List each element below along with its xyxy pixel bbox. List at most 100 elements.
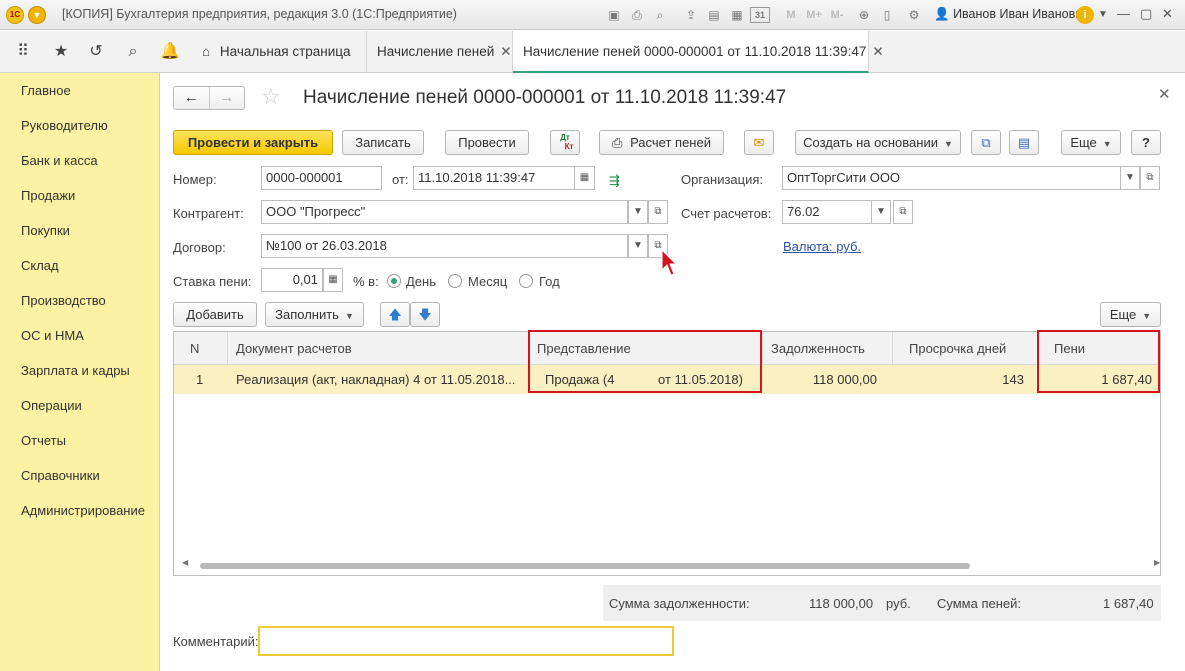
memory-icon[interactable]: M: [781, 6, 801, 24]
open-icon[interactable]: ⧉: [1140, 166, 1160, 190]
chevron-down-icon[interactable]: ▼: [628, 200, 648, 224]
add-row-button[interactable]: Добавить: [173, 302, 257, 327]
preview-icon[interactable]: ⌕: [650, 6, 670, 24]
arrow-up-icon: 🡅: [388, 307, 402, 322]
save-icon[interactable]: ▣: [604, 6, 624, 24]
sidebar-item-admin[interactable]: Администрирование: [0, 493, 159, 528]
rate-field[interactable]: 0,01: [261, 268, 323, 292]
chevron-down-icon[interactable]: ▼: [871, 200, 891, 224]
minimize-icon[interactable]: —: [1117, 6, 1130, 21]
print-doc-icon[interactable]: ▤: [704, 6, 724, 24]
forward-arrow-icon[interactable]: →: [208, 87, 245, 109]
cell-debt[interactable]: 118 000,00: [763, 365, 885, 394]
sidebar-item-production[interactable]: Производство: [0, 283, 159, 318]
sidebar-item-warehouse[interactable]: Склад: [0, 248, 159, 283]
sidebar-item-operations[interactable]: Операции: [0, 388, 159, 423]
move-up-button[interactable]: 🡅: [380, 302, 410, 327]
report-button[interactable]: ▤: [1009, 130, 1039, 155]
chevron-down-icon[interactable]: ▼: [628, 234, 648, 258]
email-button[interactable]: ✉: [744, 130, 774, 155]
info-icon[interactable]: i: [1076, 6, 1094, 24]
close-icon[interactable]: ✕: [500, 44, 511, 59]
dt-kt-button[interactable]: Дт Кт: [550, 130, 580, 155]
sidebar-item-sales[interactable]: Продажи: [0, 178, 159, 213]
move-down-button[interactable]: 🡇: [410, 302, 440, 327]
upload-icon[interactable]: ⇪: [681, 6, 701, 24]
user-name[interactable]: 👤 Иванов Иван Иванович: [934, 7, 1089, 22]
contract-field[interactable]: №100 от 26.03.2018: [261, 234, 628, 258]
memory-plus-icon[interactable]: M+: [804, 6, 824, 24]
memory-minus-icon[interactable]: M-: [827, 6, 847, 24]
open-icon[interactable]: ⧉: [648, 200, 668, 224]
open-icon[interactable]: ⧉: [893, 200, 913, 224]
chevron-down-icon[interactable]: ▼: [1120, 166, 1140, 190]
column-header-debt[interactable]: Задолженность: [763, 332, 893, 365]
radio-month[interactable]: [448, 274, 462, 288]
panel-icon[interactable]: ▯: [877, 6, 897, 24]
zoom-icon[interactable]: ⊕: [854, 6, 874, 24]
sidebar-item-salary[interactable]: Зарплата и кадры: [0, 353, 159, 388]
scroll-left-icon[interactable]: ◀: [182, 558, 188, 567]
sidebar-item-bank[interactable]: Банк и касса: [0, 143, 159, 178]
highlight-penalty: [1037, 330, 1160, 393]
calendar-icon[interactable]: 31: [750, 7, 770, 23]
account-field[interactable]: 76.02: [782, 200, 872, 224]
save-button[interactable]: Записать: [342, 130, 424, 155]
calc-penalties-button[interactable]: ⎙ Расчет пеней: [599, 130, 724, 155]
sidebar-item-fixed-assets[interactable]: ОС и НМА: [0, 318, 159, 353]
horizontal-scrollbar[interactable]: ◀ ▶: [182, 558, 1160, 570]
table-more-button[interactable]: Еще ▼: [1100, 302, 1161, 327]
comment-field[interactable]: [258, 626, 674, 656]
tab-penalties-list[interactable]: Начисление пеней ✕: [367, 31, 513, 73]
cell-document[interactable]: Реализация (акт, накладная) 4 от 11.05.2…: [236, 365, 526, 394]
tools-icon[interactable]: ⚙: [904, 6, 924, 24]
organization-field[interactable]: ОптТоргСити ООО: [782, 166, 1121, 190]
number-field[interactable]: 0000-000001: [261, 166, 382, 190]
favorites-star-icon[interactable]: ★: [51, 42, 71, 62]
scroll-thumb[interactable]: [200, 563, 970, 569]
help-button[interactable]: ?: [1131, 130, 1161, 155]
apps-grid-icon[interactable]: ⠿: [13, 42, 33, 62]
menu-chevron-icon[interactable]: ▼: [1098, 9, 1108, 20]
column-header-document[interactable]: Документ расчетов: [228, 332, 529, 365]
radio-day[interactable]: [387, 274, 401, 288]
radio-year[interactable]: [519, 274, 533, 288]
calculation-table: N Документ расчетов Представление Задолж…: [173, 330, 1161, 576]
back-arrow-icon[interactable]: ←: [174, 87, 209, 109]
calculator-icon[interactable]: ▦: [727, 6, 747, 24]
history-icon[interactable]: ↺: [86, 42, 106, 62]
close-icon[interactable]: ✕: [872, 44, 883, 59]
post-and-close-button[interactable]: Провести и закрыть: [173, 130, 333, 155]
post-button[interactable]: Провести: [445, 130, 529, 155]
sidebar-item-references[interactable]: Справочники: [0, 458, 159, 493]
maximize-icon[interactable]: ▢: [1140, 6, 1152, 22]
sidebar-item-manager[interactable]: Руководителю: [0, 108, 159, 143]
sidebar-item-reports[interactable]: Отчеты: [0, 423, 159, 458]
cell-overdue[interactable]: 143: [893, 365, 1032, 394]
search-icon[interactable]: ⌕: [123, 42, 143, 62]
more-button[interactable]: Еще ▼: [1061, 130, 1121, 155]
main-menu-button[interactable]: ▼: [28, 6, 46, 24]
fill-button[interactable]: Заполнить ▼: [265, 302, 364, 327]
date-field[interactable]: 11.10.2018 11:39:47: [413, 166, 575, 190]
create-based-on-button[interactable]: Создать на основании ▼: [795, 130, 961, 155]
close-window-icon[interactable]: ✕: [1162, 6, 1173, 22]
scroll-right-icon[interactable]: ▶: [1154, 558, 1160, 567]
rate-label: Ставка пени:: [173, 274, 252, 289]
radio-year-label: Год: [539, 274, 560, 289]
bell-icon[interactable]: 🔔: [160, 42, 180, 62]
calculator-icon[interactable]: ▦: [323, 268, 343, 292]
column-header-n[interactable]: N: [174, 332, 228, 365]
tab-penalties-doc[interactable]: Начисление пеней 0000-000001 от 11.10.20…: [513, 31, 884, 73]
print-icon[interactable]: ⎙: [627, 6, 647, 24]
column-header-overdue[interactable]: Просрочка дней: [893, 332, 1038, 365]
contractor-field[interactable]: ООО "Прогресс": [261, 200, 628, 224]
close-icon[interactable]: ✕: [1158, 85, 1171, 103]
structure-button[interactable]: ⧉: [971, 130, 1001, 155]
favorite-star-icon[interactable]: ☆: [261, 84, 281, 110]
calendar-icon[interactable]: ▦: [574, 166, 595, 190]
tab-home[interactable]: ⌂ Начальная страница: [192, 31, 367, 73]
currency-link[interactable]: Валюта: руб.: [783, 239, 861, 254]
sidebar-item-purchases[interactable]: Покупки: [0, 213, 159, 248]
sidebar-item-main[interactable]: Главное: [0, 73, 159, 108]
